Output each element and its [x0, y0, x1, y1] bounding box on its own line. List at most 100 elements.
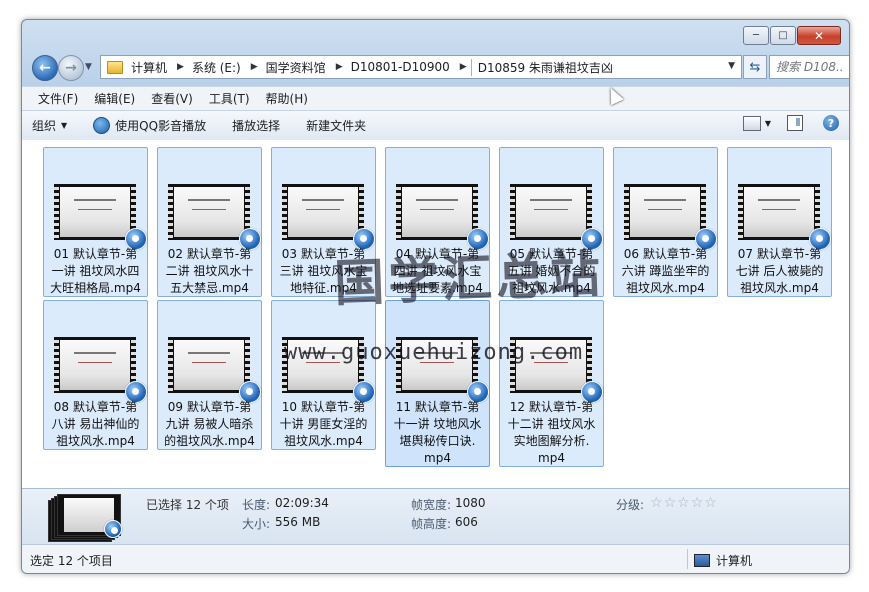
video-thumbnail: [54, 337, 136, 393]
qq-player-icon: [104, 520, 122, 538]
chevron-right-icon[interactable]: ▶: [177, 62, 184, 72]
chevron-right-icon[interactable]: ▶: [251, 62, 258, 72]
file-item[interactable]: 02 默认章节-第 二讲 祖坟风水十 五大禁忌.mp4: [157, 147, 262, 297]
play-with-qq-button[interactable]: 使用QQ影音播放: [93, 117, 206, 134]
file-item[interactable]: 06 默认章节-第 六讲 蹲监坐牢的 祖坟风水.mp4: [613, 147, 718, 297]
explorer-window: ─ □ ✕ ← → ▼ 计算机 ▶ 系统 (E:) ▶ 国学资料馆 ▶ D10801-…: [21, 19, 850, 574]
file-name: 07 默认章节-第 七讲 后人被毙的 祖坟风水.mp4: [735, 247, 824, 295]
file-name: 09 默认章节-第 九讲 易被人暗杀 的祖坟风水.mp4: [164, 400, 255, 448]
file-item[interactable]: 11 默认章节-第 十一讲 坟地风水 堪舆秘传口诀. mp4: [385, 300, 490, 467]
address-dropdown[interactable]: ▼: [728, 61, 735, 71]
breadcrumb-label: D10801-D10900: [350, 60, 450, 74]
status-location: 计算机: [694, 552, 752, 569]
rating-stars[interactable]: ☆☆☆☆☆: [650, 495, 718, 511]
menu-help[interactable]: 帮助(H): [260, 90, 314, 107]
file-name: 05 默认章节-第 五讲 婚姻不合的 祖坟风水.mp4: [507, 247, 596, 295]
change-view-icon[interactable]: [742, 115, 761, 131]
back-button[interactable]: ←: [32, 55, 58, 81]
status-location-label: 计算机: [716, 554, 753, 568]
status-selection: 选定 12 个项目: [30, 554, 113, 568]
video-thumbnail: [168, 337, 250, 393]
video-thumbnail: [396, 337, 478, 393]
play-selection-button[interactable]: 播放选择: [232, 117, 280, 134]
video-thumbnail: [510, 184, 592, 240]
qq-player-icon: [93, 117, 111, 134]
file-item[interactable]: 03 默认章节-第 三讲 祖坟风水宝 地特征.mp4: [271, 147, 376, 297]
breadcrumb-label: 计算机: [131, 60, 168, 75]
file-name: 10 默认章节-第 十讲 男匪女淫的 祖坟风水.mp4: [279, 400, 368, 448]
search-icon[interactable]: ⚲: [848, 60, 849, 74]
frame-width-value: 1080: [455, 496, 486, 510]
search-box[interactable]: ⚲: [769, 55, 849, 79]
play-selection-label: 播放选择: [232, 119, 281, 133]
frame-height-value: 606: [455, 515, 478, 529]
breadcrumb-drive[interactable]: 系统 (E:) ▶: [188, 59, 262, 76]
file-name: 03 默认章节-第 三讲 祖坟风水宝 地特征.mp4: [279, 247, 368, 295]
file-item[interactable]: 10 默认章节-第 十讲 男匪女淫的 祖坟风水.mp4: [271, 300, 376, 450]
file-item[interactable]: 09 默认章节-第 九讲 易被人暗杀 的祖坟风水.mp4: [157, 300, 262, 450]
chevron-right-icon[interactable]: ▶: [336, 62, 343, 72]
details-pane: 已选择 12 个项 长度: 02:09:34 大小: 556 MB 帧宽度: 1…: [22, 488, 849, 544]
view-options-dropdown[interactable]: ▼: [765, 119, 771, 128]
close-button[interactable]: ✕: [797, 26, 841, 45]
forward-button[interactable]: →: [58, 55, 84, 81]
file-item[interactable]: 05 默认章节-第 五讲 婚姻不合的 祖坟风水.mp4: [499, 147, 604, 297]
video-thumbnail: [168, 184, 250, 240]
command-bar: 组织 ▼ 使用QQ影音播放 播放选择 新建文件夹 ▼ ?: [22, 110, 849, 141]
star-icon[interactable]: ☆: [704, 495, 718, 511]
address-bar[interactable]: 计算机 ▶ 系统 (E:) ▶ 国学资料馆 ▶ D10801-D10900 ▶ D108…: [100, 55, 742, 79]
file-item[interactable]: 07 默认章节-第 七讲 后人被毙的 祖坟风水.mp4: [727, 147, 832, 297]
chevron-right-icon[interactable]: ▶: [460, 62, 467, 72]
menu-edit[interactable]: 编辑(E): [88, 90, 141, 107]
breadcrumb-range[interactable]: D10801-D10900 ▶: [347, 60, 471, 74]
preview-pane-icon[interactable]: [787, 115, 803, 131]
menu-tools[interactable]: 工具(T): [203, 90, 256, 107]
new-folder-button[interactable]: 新建文件夹: [306, 117, 366, 134]
video-thumbnail: [738, 184, 820, 240]
breadcrumb-label: 系统 (E:): [191, 60, 241, 75]
file-name: 02 默认章节-第 二讲 祖坟风水十 五大禁忌.mp4: [165, 247, 254, 295]
breadcrumb-computer[interactable]: 计算机 ▶: [127, 59, 188, 76]
help-icon[interactable]: ?: [823, 115, 839, 131]
file-name: 08 默认章节-第 八讲 易出神仙的 祖坟风水.mp4: [51, 400, 140, 448]
video-thumbnail: [282, 184, 364, 240]
organize-button[interactable]: 组织 ▼: [32, 117, 67, 134]
star-icon[interactable]: ☆: [664, 495, 678, 511]
size-value: 556 MB: [275, 515, 321, 529]
menu-view[interactable]: 查看(V): [145, 90, 199, 107]
breadcrumb-library[interactable]: 国学资料馆 ▶: [262, 59, 347, 76]
file-name: 01 默认章节-第 一讲 祖坟风水四 大旺相格局.mp4: [50, 247, 141, 295]
file-item[interactable]: 12 默认章节-第 十二讲 祖坟风水 实地图解分析. mp4: [499, 300, 604, 467]
frame-width-label: 帧宽度:: [411, 498, 452, 512]
length-value: 02:09:34: [275, 496, 329, 510]
video-thumbnail: [54, 184, 136, 240]
caption-buttons: ─ □ ✕: [742, 26, 841, 45]
selection-count: 已选择 12 个项: [146, 498, 229, 512]
arrow-right-icon: →: [65, 60, 77, 76]
menu-file[interactable]: 文件(F): [32, 90, 84, 107]
file-name: 12 默认章节-第 十二讲 祖坟风水 实地图解分析. mp4: [507, 400, 596, 465]
breadcrumb-current[interactable]: D10859 朱雨谦祖坟吉凶: [470, 58, 617, 76]
menu-bar: 文件(F) 编辑(E) 查看(V) 工具(T) 帮助(H): [22, 86, 849, 110]
rating-label: 分级:: [616, 498, 645, 512]
file-item[interactable]: 04 默认章节-第 四讲 祖坟风水宝 地选址要素.mp4: [385, 147, 490, 297]
video-thumbnail: [396, 184, 478, 240]
maximize-button[interactable]: □: [770, 26, 796, 45]
video-thumbnail: [510, 337, 592, 393]
file-item[interactable]: 01 默认章节-第 一讲 祖坟风水四 大旺相格局.mp4: [43, 147, 148, 297]
recent-pages-dropdown[interactable]: ▼: [85, 62, 92, 72]
star-icon[interactable]: ☆: [691, 495, 705, 511]
arrow-left-icon: ←: [39, 60, 51, 76]
file-name: 06 默认章节-第 六讲 蹲监坐牢的 祖坟风水.mp4: [621, 247, 710, 295]
video-thumbnail: [624, 184, 706, 240]
breadcrumb-label: D10859 朱雨谦祖坟吉凶: [477, 60, 613, 75]
star-icon[interactable]: ☆: [677, 495, 691, 511]
minimize-button[interactable]: ─: [743, 26, 769, 45]
chevron-down-icon: ▼: [61, 121, 68, 130]
status-bar: 选定 12 个项目 计算机: [22, 544, 849, 573]
star-icon[interactable]: ☆: [650, 495, 664, 511]
file-item[interactable]: 08 默认章节-第 八讲 易出神仙的 祖坟风水.mp4: [43, 300, 148, 450]
size-label: 大小:: [242, 517, 271, 531]
refresh-button[interactable]: ⇆: [743, 55, 767, 79]
search-input[interactable]: [774, 59, 846, 75]
